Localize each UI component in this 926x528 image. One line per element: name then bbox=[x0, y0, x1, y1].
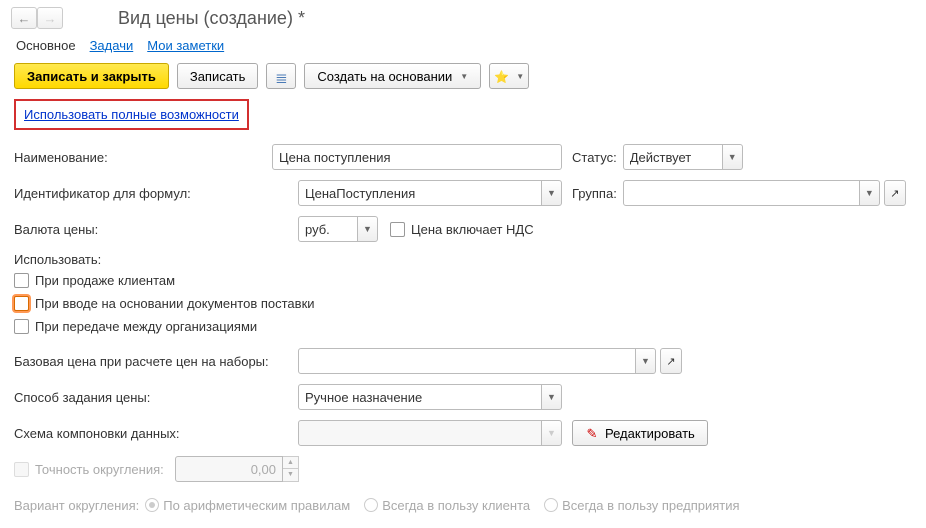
use-supply-label: При вводе на основании документов постав… bbox=[35, 296, 315, 311]
price-method-label: Способ задания цены: bbox=[14, 390, 298, 405]
name-label: Наименование: bbox=[14, 150, 272, 165]
save-button[interactable]: Записать bbox=[177, 63, 259, 89]
use-transfer-checkbox[interactable] bbox=[14, 319, 29, 334]
group-label: Группа: bbox=[572, 186, 617, 201]
currency-dropdown-button[interactable]: ▼ bbox=[358, 216, 378, 242]
precision-checkbox bbox=[14, 462, 29, 477]
base-price-input[interactable] bbox=[298, 348, 636, 374]
base-price-dropdown-button[interactable]: ▼ bbox=[636, 348, 656, 374]
edit-button[interactable]: Редактировать bbox=[572, 420, 708, 446]
data-schema-input bbox=[298, 420, 542, 446]
group-input[interactable] bbox=[623, 180, 860, 206]
tab-main[interactable]: Основное bbox=[16, 38, 76, 53]
nav-back-button[interactable]: ← bbox=[11, 7, 37, 29]
price-method-input[interactable] bbox=[298, 384, 542, 410]
list-view-button[interactable] bbox=[266, 63, 296, 89]
use-sale-checkbox[interactable] bbox=[14, 273, 29, 288]
base-price-label: Базовая цена при расчете цен на наборы: bbox=[14, 354, 298, 369]
full-capabilities-highlight: Использовать полные возможности bbox=[14, 99, 249, 130]
group-open-button[interactable]: ↗ bbox=[884, 180, 906, 206]
status-dropdown-button[interactable]: ▼ bbox=[723, 144, 743, 170]
round-arith-radio bbox=[145, 498, 159, 512]
precision-input bbox=[175, 456, 283, 482]
round-company-radio bbox=[544, 498, 558, 512]
tab-notes[interactable]: Мои заметки bbox=[147, 38, 224, 53]
chevron-down-icon: ▼ bbox=[516, 72, 524, 81]
round-client-radio bbox=[364, 498, 378, 512]
use-transfer-label: При передаче между организациями bbox=[35, 319, 257, 334]
use-supply-checkbox[interactable] bbox=[14, 296, 29, 311]
chevron-down-icon: ▼ bbox=[460, 72, 468, 81]
formula-id-input[interactable] bbox=[298, 180, 542, 206]
use-section-label: Использовать: bbox=[14, 252, 912, 267]
precision-label: Точность округления: bbox=[35, 462, 175, 477]
currency-input[interactable] bbox=[298, 216, 358, 242]
create-based-on-button[interactable]: Создать на основании▼ bbox=[304, 63, 481, 89]
vat-included-checkbox[interactable] bbox=[390, 222, 405, 237]
name-input[interactable] bbox=[272, 144, 562, 170]
data-schema-label: Схема компоновки данных: bbox=[14, 426, 298, 441]
vat-included-label: Цена включает НДС bbox=[411, 222, 534, 237]
group-dropdown-button[interactable]: ▼ bbox=[860, 180, 880, 206]
round-arith-label: По арифметическим правилам bbox=[163, 498, 350, 513]
round-client-label: Всегда в пользу клиента bbox=[382, 498, 530, 513]
status-label: Статус: bbox=[572, 150, 617, 165]
formula-id-label: Идентификатор для формул: bbox=[14, 186, 298, 201]
tab-tasks[interactable]: Задачи bbox=[90, 38, 134, 53]
price-method-dropdown-button[interactable]: ▼ bbox=[542, 384, 562, 410]
currency-label: Валюта цены: bbox=[14, 222, 298, 237]
nav-forward-button[interactable]: → bbox=[37, 7, 63, 29]
save-and-close-button[interactable]: Записать и закрыть bbox=[14, 63, 169, 89]
round-company-label: Всегда в пользу предприятия bbox=[562, 498, 739, 513]
use-sale-label: При продаже клиентам bbox=[35, 273, 175, 288]
full-capabilities-link[interactable]: Использовать полные возможности bbox=[24, 107, 239, 122]
list-icon bbox=[274, 69, 288, 83]
base-price-open-button[interactable]: ↗ bbox=[660, 348, 682, 374]
page-title: Вид цены (создание) * bbox=[118, 8, 305, 29]
favorites-button[interactable]: ▼ bbox=[489, 63, 529, 89]
data-schema-dropdown-button: ▼ bbox=[542, 420, 562, 446]
precision-spinner: ▲▼ bbox=[283, 456, 299, 482]
rounding-label: Вариант округления: bbox=[14, 498, 139, 513]
formula-id-dropdown-button[interactable]: ▼ bbox=[542, 180, 562, 206]
pencil-icon bbox=[585, 426, 599, 440]
star-icon bbox=[494, 69, 508, 83]
status-input[interactable] bbox=[623, 144, 723, 170]
